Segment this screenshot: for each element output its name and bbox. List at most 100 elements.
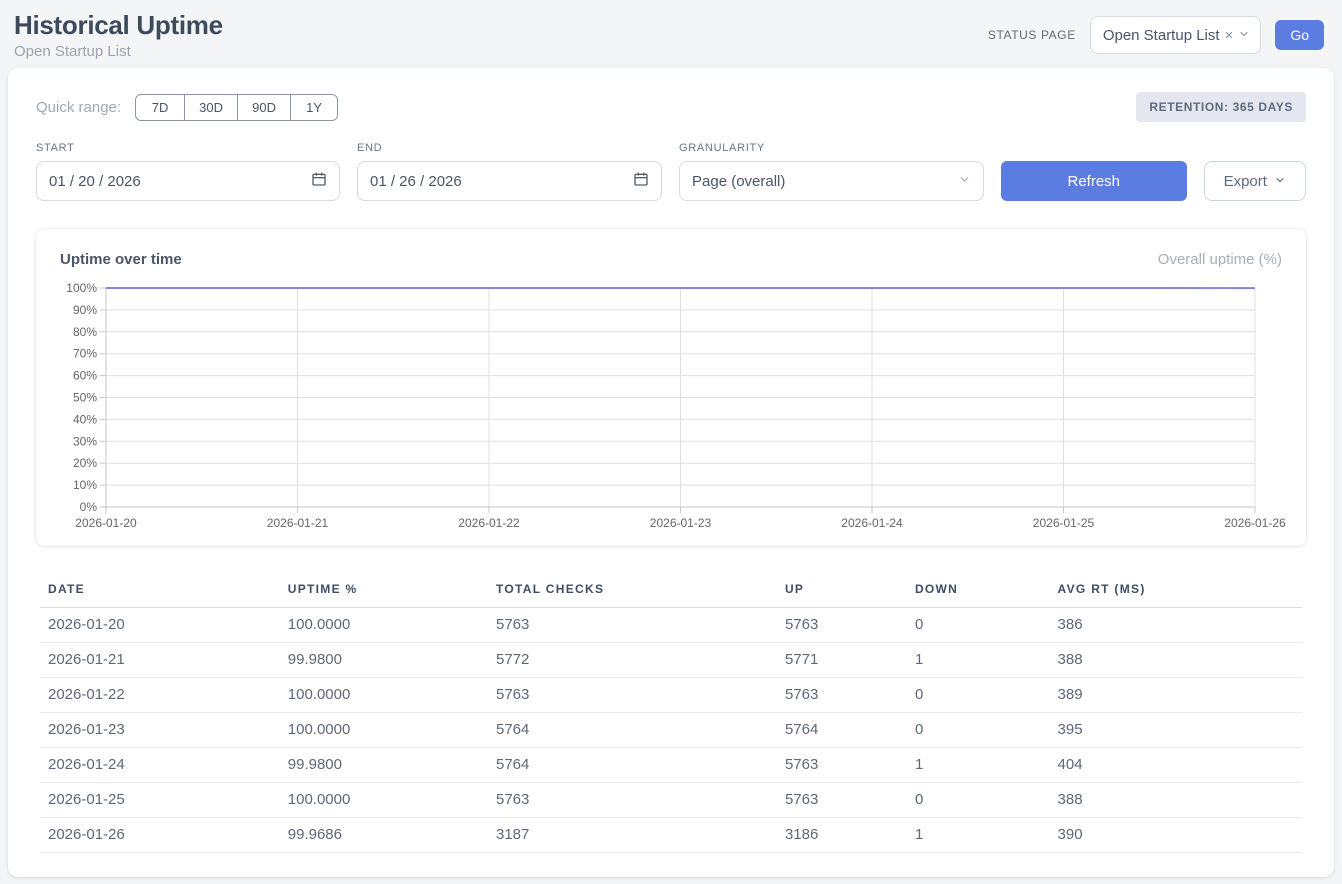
title-block: Historical Uptime Open Startup List <box>14 10 223 60</box>
uptime-table: DATEUPTIME %TOTAL CHECKSUPDOWNAVG RT (MS… <box>40 572 1302 853</box>
cell-avg-rt: 388 <box>1050 783 1302 818</box>
cell-avg-rt: 388 <box>1050 643 1302 678</box>
cell-down: 1 <box>907 748 1050 783</box>
y-tick-label: 100% <box>66 282 97 295</box>
refresh-button[interactable]: Refresh <box>1001 161 1187 201</box>
cell-up: 5763 <box>777 748 907 783</box>
cell-total-checks: 5763 <box>488 783 777 818</box>
x-tick-label: 2026-01-23 <box>650 516 712 530</box>
chart-header: Uptime over time Overall uptime (%) <box>60 251 1282 268</box>
cell-up: 5764 <box>777 713 907 748</box>
chart-title: Uptime over time <box>60 251 182 268</box>
uptime-chart-card: Uptime over time Overall uptime (%) 0%10… <box>36 229 1306 546</box>
uptime-table-wrap: DATEUPTIME %TOTAL CHECKSUPDOWNAVG RT (MS… <box>36 572 1306 853</box>
main-card: Quick range: 7D 30D 90D 1Y RETENTION: 36… <box>8 68 1334 877</box>
cell-uptime-pct: 99.9686 <box>280 818 488 853</box>
go-button[interactable]: Go <box>1275 20 1324 50</box>
start-date-value: 01 / 20 / 2026 <box>49 173 141 190</box>
start-date-label: START <box>36 142 340 154</box>
x-tick-label: 2026-01-24 <box>841 516 903 530</box>
cell-down: 0 <box>907 608 1050 643</box>
cell-up: 3186 <box>777 818 907 853</box>
cell-date: 2026-01-23 <box>40 713 280 748</box>
granularity-select[interactable]: Page (overall) <box>679 161 984 201</box>
cell-total-checks: 3187 <box>488 818 777 853</box>
quick-range-7d-button[interactable]: 7D <box>135 94 185 121</box>
clear-icon[interactable]: × <box>1225 28 1234 43</box>
cell-date: 2026-01-21 <box>40 643 280 678</box>
uptime-table-head: DATEUPTIME %TOTAL CHECKSUPDOWNAVG RT (MS… <box>40 572 1302 608</box>
granularity-label: GRANULARITY <box>679 142 984 154</box>
x-tick-label: 2026-01-26 <box>1224 516 1286 530</box>
status-page-select[interactable]: Open Startup List × <box>1090 16 1262 54</box>
cell-total-checks: 5764 <box>488 748 777 783</box>
cell-avg-rt: 404 <box>1050 748 1302 783</box>
status-page-label: STATUS PAGE <box>988 28 1076 42</box>
cell-up: 5763 <box>777 783 907 818</box>
page-header: Historical Uptime Open Startup List STAT… <box>0 0 1342 68</box>
end-date-input[interactable]: 01 / 26 / 2026 <box>357 161 662 201</box>
cell-date: 2026-01-22 <box>40 678 280 713</box>
end-date-label: END <box>357 142 662 154</box>
column-header: DATE <box>40 572 280 608</box>
cell-avg-rt: 389 <box>1050 678 1302 713</box>
cell-uptime-pct: 100.0000 <box>280 678 488 713</box>
y-tick-label: 20% <box>73 456 97 470</box>
quick-range-group: Quick range: 7D 30D 90D 1Y <box>36 94 338 121</box>
uptime-table-body: 2026-01-20100.00005763576303862026-01-21… <box>40 608 1302 853</box>
quick-range-30d-button[interactable]: 30D <box>184 94 238 121</box>
table-row: 2026-01-20100.0000576357630386 <box>40 608 1302 643</box>
filters-row: START 01 / 20 / 2026 END 01 / 26 / 2026 <box>36 142 1306 201</box>
table-row: 2026-01-23100.0000576457640395 <box>40 713 1302 748</box>
quick-range-row: Quick range: 7D 30D 90D 1Y RETENTION: 36… <box>36 92 1306 122</box>
cell-total-checks: 5763 <box>488 608 777 643</box>
end-date-field: END 01 / 26 / 2026 <box>357 142 662 201</box>
cell-uptime-pct: 99.9800 <box>280 643 488 678</box>
retention-badge: RETENTION: 365 DAYS <box>1136 92 1306 122</box>
y-tick-label: 40% <box>73 412 97 426</box>
table-row: 2026-01-22100.0000576357630389 <box>40 678 1302 713</box>
cell-avg-rt: 386 <box>1050 608 1302 643</box>
y-tick-label: 60% <box>73 369 97 383</box>
table-row: 2026-01-2199.9800577257711388 <box>40 643 1302 678</box>
uptime-chart: 0%10%20%30%40%50%60%70%80%90%100%2026-01… <box>60 282 1282 536</box>
chevron-down-icon <box>1274 173 1286 190</box>
cell-avg-rt: 395 <box>1050 713 1302 748</box>
granularity-value: Page (overall) <box>692 173 785 190</box>
quick-range-90d-button[interactable]: 90D <box>237 94 291 121</box>
y-tick-label: 50% <box>73 391 97 405</box>
cell-uptime-pct: 100.0000 <box>280 713 488 748</box>
y-tick-label: 90% <box>73 303 97 317</box>
calendar-icon[interactable] <box>633 171 649 191</box>
cell-total-checks: 5764 <box>488 713 777 748</box>
y-tick-label: 70% <box>73 347 97 361</box>
cell-uptime-pct: 99.9800 <box>280 748 488 783</box>
header-controls: STATUS PAGE Open Startup List × Go <box>988 16 1324 54</box>
end-date-value: 01 / 26 / 2026 <box>370 173 462 190</box>
column-header: AVG RT (MS) <box>1050 572 1302 608</box>
granularity-field: GRANULARITY Page (overall) <box>679 142 984 201</box>
cell-uptime-pct: 100.0000 <box>280 608 488 643</box>
quick-range-1y-button[interactable]: 1Y <box>290 94 338 121</box>
start-date-field: START 01 / 20 / 2026 <box>36 142 340 201</box>
quick-range-label: Quick range: <box>36 99 121 116</box>
cell-down: 0 <box>907 678 1050 713</box>
x-tick-label: 2026-01-20 <box>75 516 137 530</box>
cell-uptime-pct: 100.0000 <box>280 783 488 818</box>
x-tick-label: 2026-01-25 <box>1033 516 1095 530</box>
column-header: UPTIME % <box>280 572 488 608</box>
table-row: 2026-01-2499.9800576457631404 <box>40 748 1302 783</box>
cell-up: 5763 <box>777 608 907 643</box>
export-button[interactable]: Export <box>1204 161 1306 201</box>
chevron-down-icon <box>958 173 971 190</box>
table-header-row: DATEUPTIME %TOTAL CHECKSUPDOWNAVG RT (MS… <box>40 572 1302 608</box>
start-date-input[interactable]: 01 / 20 / 2026 <box>36 161 340 201</box>
cell-total-checks: 5772 <box>488 643 777 678</box>
page-title: Historical Uptime <box>14 10 223 41</box>
calendar-icon[interactable] <box>311 171 327 191</box>
status-page-select-value: Open Startup List <box>1103 27 1220 44</box>
column-header: TOTAL CHECKS <box>488 572 777 608</box>
table-row: 2026-01-2699.9686318731861390 <box>40 818 1302 853</box>
cell-up: 5763 <box>777 678 907 713</box>
cell-date: 2026-01-24 <box>40 748 280 783</box>
